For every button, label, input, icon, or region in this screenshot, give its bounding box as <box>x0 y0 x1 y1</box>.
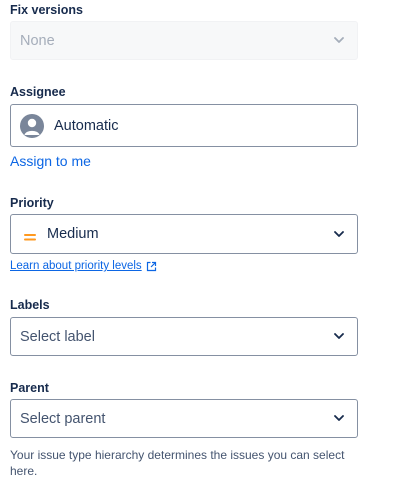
labels-placeholder: Select label <box>20 328 95 345</box>
issue-details-panel: Fix versions None Assignee Automatic Ass… <box>0 0 398 501</box>
fix-versions-label: Fix versions <box>10 3 83 17</box>
parent-label: Parent <box>10 381 49 395</box>
priority-medium-icon <box>24 229 36 241</box>
chevron-down-icon <box>333 37 345 45</box>
external-link-icon <box>146 261 157 272</box>
learn-priority-link-label: Learn about priority levels <box>10 260 142 272</box>
assign-to-me-link[interactable]: Assign to me <box>10 153 91 169</box>
chevron-down-icon[interactable] <box>333 415 345 423</box>
chevron-down-icon[interactable] <box>333 333 345 341</box>
parent-select[interactable]: Select parent <box>10 399 358 438</box>
labels-select[interactable]: Select label <box>10 317 358 356</box>
priority-value: Medium <box>47 226 99 242</box>
parent-help-text: Your issue type hierarchy determines the… <box>10 448 345 478</box>
priority-label: Priority <box>10 196 54 210</box>
assignee-select[interactable]: Automatic <box>10 104 358 147</box>
assignee-label: Assignee <box>10 85 66 99</box>
assignee-value: Automatic <box>54 117 119 134</box>
labels-label: Labels <box>10 298 50 312</box>
parent-placeholder: Select parent <box>20 410 106 427</box>
chevron-down-icon[interactable] <box>333 230 345 238</box>
fix-versions-value: None <box>20 32 55 49</box>
user-avatar-icon <box>20 113 44 138</box>
fix-versions-select: None <box>10 21 358 60</box>
learn-priority-link[interactable]: Learn about priority levels <box>10 260 157 272</box>
priority-select[interactable]: Medium <box>10 214 358 254</box>
